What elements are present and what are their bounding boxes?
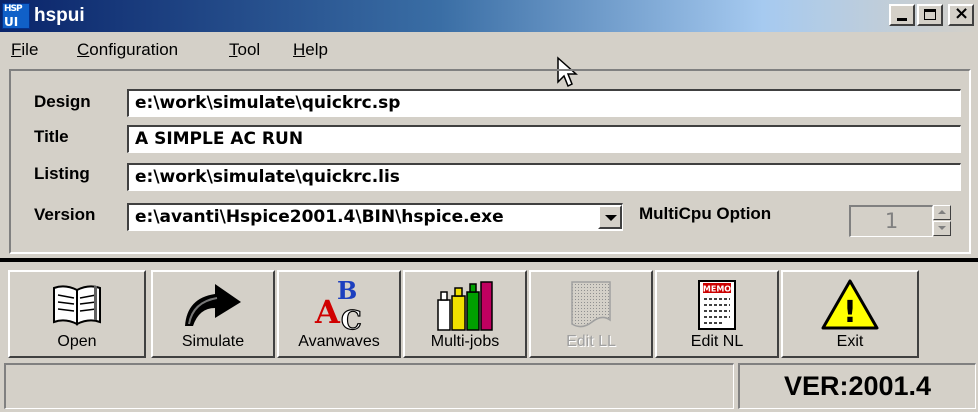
toolbar-button-label: Exit bbox=[836, 333, 864, 350]
multi-jobs-button[interactable]: Multi-jobs bbox=[403, 270, 527, 358]
menu-tool[interactable]: Tool bbox=[229, 40, 260, 60]
version-status-pane: VER:2001.4 bbox=[738, 363, 976, 409]
warning-icon-text: ! bbox=[843, 295, 857, 330]
menu-mnemonic: T bbox=[229, 40, 238, 59]
avanwaves-button[interactable]: B A C Avanwaves bbox=[277, 270, 401, 358]
multicpu-spinner-field[interactable]: 1 bbox=[849, 205, 933, 237]
toolbar-button-label: Simulate bbox=[181, 333, 245, 350]
title-field[interactable]: A SIMPLE AC RUN bbox=[127, 125, 961, 153]
svg-text:B: B bbox=[337, 277, 357, 305]
app-icon-top-text: HSP bbox=[4, 4, 23, 14]
menu-file[interactable]: File bbox=[11, 40, 38, 60]
minimize-button[interactable] bbox=[889, 4, 915, 26]
toolbar-separator bbox=[0, 258, 978, 262]
maximize-icon bbox=[924, 9, 936, 20]
open-button[interactable]: Open bbox=[8, 270, 146, 358]
maximize-button[interactable] bbox=[917, 4, 943, 26]
listing-label: Listing bbox=[34, 164, 90, 183]
svg-text:A: A bbox=[314, 293, 341, 331]
menu-mnemonic: C bbox=[77, 40, 90, 59]
minimize-icon bbox=[897, 18, 907, 21]
window-title: hspui bbox=[34, 5, 85, 26]
listing-file-field[interactable]: e:\work\simulate\quickrc.lis bbox=[127, 163, 961, 191]
menu-bar: File Configuration Tool Help bbox=[0, 33, 978, 63]
version-dropdown-value: e:\avanti\Hspice2001.4\BIN\hspice.exe bbox=[135, 207, 504, 227]
toolbar-button-label: Edit LL bbox=[566, 333, 616, 350]
design-label: Design bbox=[34, 92, 91, 111]
warning-icon: ! bbox=[821, 279, 879, 330]
memo-icon-text: MEMO bbox=[703, 285, 731, 294]
version-label: Version bbox=[34, 205, 96, 224]
simulate-button[interactable]: Simulate bbox=[151, 270, 275, 358]
spinner-up-icon[interactable] bbox=[933, 205, 951, 220]
exit-button[interactable]: ! Exit bbox=[781, 270, 919, 358]
edit-nl-button[interactable]: MEMO Edit NL bbox=[655, 270, 779, 358]
bottles-icon bbox=[437, 281, 493, 331]
status-message-pane bbox=[4, 363, 734, 409]
svg-text:C: C bbox=[341, 306, 362, 333]
design-file-field[interactable]: e:\work\simulate\quickrc.sp bbox=[127, 89, 961, 117]
hspui-app-icon[interactable]: HSP UI bbox=[2, 3, 30, 29]
menu-label-rest: onfiguration bbox=[89, 40, 179, 59]
toolbar-button-label: Edit NL bbox=[690, 333, 744, 350]
toolbar-button-label: Open bbox=[57, 333, 97, 350]
multicpu-label: MultiCpu Option bbox=[639, 204, 772, 223]
close-icon: × bbox=[954, 3, 970, 24]
memo-icon: MEMO bbox=[698, 280, 736, 330]
version-dropdown[interactable]: e:\avanti\Hspice2001.4\BIN\hspice.exe bbox=[127, 203, 623, 231]
menu-label-rest: elp bbox=[305, 40, 328, 59]
menu-mnemonic: H bbox=[293, 40, 306, 59]
abc-letters-icon: B A C bbox=[314, 277, 362, 333]
close-button[interactable]: × bbox=[948, 3, 974, 26]
document-icon bbox=[571, 281, 611, 328]
spinner-down-icon[interactable] bbox=[933, 221, 951, 236]
menu-label-rest: ool bbox=[237, 40, 261, 59]
app-icon-bottom-text: UI bbox=[4, 15, 19, 29]
toolbar-button-label: Multi-jobs bbox=[430, 333, 500, 350]
title-label: Title bbox=[34, 127, 69, 146]
menu-configuration[interactable]: Configuration bbox=[77, 40, 178, 60]
toolbar-button-label: Avanwaves bbox=[298, 333, 380, 350]
title-bar[interactable]: HSP UI hspui × bbox=[0, 0, 978, 32]
window-controls: × bbox=[889, 3, 974, 26]
open-book-icon bbox=[53, 285, 101, 326]
menu-help[interactable]: Help bbox=[293, 40, 328, 60]
curved-arrow-icon bbox=[185, 284, 241, 326]
menu-mnemonic: F bbox=[11, 40, 22, 59]
edit-ll-button[interactable]: Edit LL bbox=[529, 270, 653, 358]
chevron-down-icon[interactable] bbox=[598, 205, 622, 229]
menu-label-rest: ile bbox=[21, 40, 39, 59]
